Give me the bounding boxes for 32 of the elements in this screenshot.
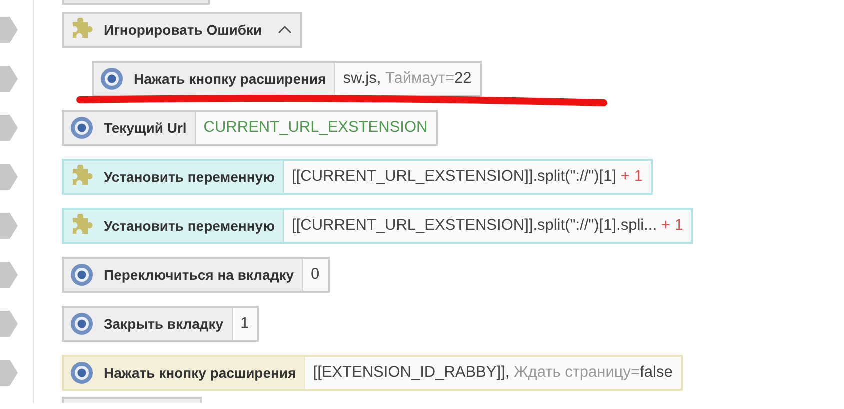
action-title[interactable]: Установить переменную [64, 160, 284, 192]
action-title[interactable]: Установить переменную [64, 210, 284, 242]
row-handle-icon[interactable] [0, 360, 18, 386]
action-title[interactable]: Переключиться на вкладку [64, 258, 302, 290]
action-block[interactable]: Закрыть вкладку 1 [62, 306, 260, 342]
row-handle-icon[interactable] [0, 212, 18, 238]
row-handle-icon[interactable] [0, 262, 18, 288]
action-block[interactable]: Нажать кнопку расширения sw.js, Таймаут=22 [92, 60, 482, 96]
row-handle-icon[interactable] [0, 16, 18, 42]
row-handle-icon[interactable] [0, 310, 18, 336]
action-block[interactable]: Установить переменную [[CURRENT_URL_EXSTENSION]].split("://")[1] + 1 [62, 158, 653, 194]
action-parameters: [[EXTENSION_ID_RABBY]], Ждать страницу=false [304, 356, 681, 388]
action-parameters: [[CURRENT_URL_EXSTENSION]].split("://")[1] + 1 [283, 160, 651, 192]
action-title[interactable]: Закрыть вкладку [64, 308, 232, 340]
action-block[interactable] [62, 397, 202, 403]
action-block[interactable]: Переключиться на вкладку 0 [62, 256, 330, 292]
action-parameters: 1 [232, 308, 258, 340]
action-block[interactable]: Установить переменную [[CURRENT_URL_EXSTENSION]].split("://")[1].spli... + 1 [62, 208, 694, 244]
action-parameters: 0 [302, 258, 328, 290]
action-title[interactable]: Нажать кнопку расширения [64, 356, 304, 388]
action-block[interactable]: Текущий Url CURRENT_URL_EXSTENSION [62, 110, 438, 146]
action-parameters: [[CURRENT_URL_EXSTENSION]].split("://")[1].spli... + 1 [283, 210, 692, 242]
row-handle-icon[interactable] [0, 66, 18, 92]
row-handle-icon[interactable] [0, 164, 18, 190]
action-block[interactable] [62, 0, 210, 5]
action-block[interactable]: Нажать кнопку расширения [[EXTENSION_ID_RABBY]], Ждать страницу=false [62, 354, 683, 390]
action-title[interactable]: Нажать кнопку расширения [94, 62, 334, 94]
caret-up-icon[interactable] [278, 24, 292, 34]
action-parameters: CURRENT_URL_EXSTENSION [194, 112, 436, 144]
action-title[interactable]: Текущий Url [64, 112, 195, 144]
row-handle-icon[interactable] [0, 114, 18, 140]
action-parameters: sw.js, Таймаут=22 [334, 62, 480, 94]
